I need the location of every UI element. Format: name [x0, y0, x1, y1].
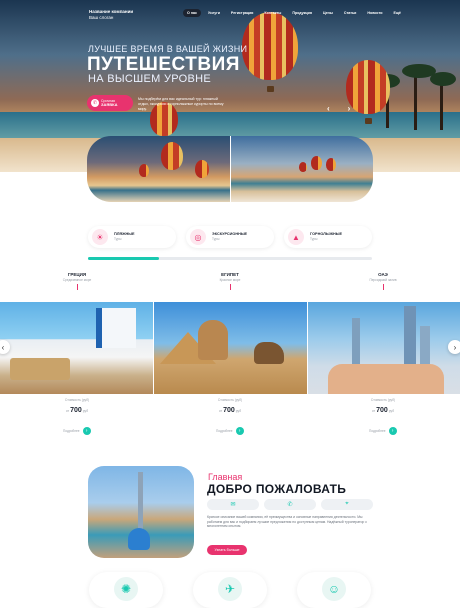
- category-excursion[interactable]: ◎ ЭКСКУРСИОННЫЕ Туры: [186, 226, 274, 248]
- destination-price: Стоимость (руб) от 700 руб: [370, 398, 396, 414]
- globe-icon: ✺: [114, 577, 138, 601]
- nav-item-products[interactable]: Продукция: [288, 9, 316, 17]
- hot-air-balloon: [242, 12, 298, 80]
- category-subtitle: Туры: [212, 237, 220, 241]
- main-nav: О нас Услуги Регистрация Контакты Продук…: [183, 9, 405, 17]
- chevron-right-icon[interactable]: ›: [348, 104, 351, 113]
- palm-tree: [414, 70, 417, 130]
- hero-subtitle: НА ВЫСШЕМ УРОВНЕ: [88, 73, 212, 85]
- destination-price: Стоимость (руб) от 700 руб: [217, 398, 243, 414]
- more-button[interactable]: Подробнее ›: [63, 427, 103, 435]
- nav-item-more[interactable]: Ещё: [389, 9, 404, 17]
- destination-photo-greece[interactable]: [0, 302, 153, 394]
- price-value: 700: [70, 407, 82, 414]
- arrow-right-icon: ›: [388, 427, 397, 435]
- chevron-left-icon[interactable]: ‹: [327, 104, 330, 113]
- destination-name: ОАЭ: [378, 272, 388, 277]
- category-subtitle: Туры: [114, 237, 122, 241]
- palm-leaves: [430, 72, 456, 86]
- gallery-image-balloons[interactable]: [87, 136, 230, 202]
- price-value: 700: [376, 407, 388, 414]
- destination-subtitle: Красное море: [219, 278, 241, 282]
- arrow-right-icon: ›: [82, 427, 91, 435]
- category-ski[interactable]: ▲ ГОРНОЛЫЖНЫЕ Туры: [284, 226, 372, 248]
- destination-subtitle: Средиземное море: [62, 278, 92, 282]
- hot-air-balloon: [298, 162, 307, 172]
- hot-air-balloon: [310, 156, 322, 170]
- destination-heading: ОАЭ Персидский залив: [306, 272, 460, 290]
- destination-name: ГРЕЦИЯ: [67, 272, 87, 277]
- more-button[interactable]: Подробнее ›: [369, 427, 409, 435]
- destination-photo-uae[interactable]: [308, 302, 460, 394]
- hero-text: Мы подберём для вас идеальный тур: пляжн…: [138, 97, 224, 111]
- hot-air-balloon: [325, 158, 336, 171]
- nav-item-prices[interactable]: Цены: [319, 9, 337, 17]
- gallery-image-coast[interactable]: [229, 136, 373, 202]
- learn-more-button[interactable]: Узнать больше: [207, 545, 247, 555]
- nav-item-services[interactable]: Услуги: [204, 9, 224, 17]
- nav-item-registration[interactable]: Регистрация: [227, 9, 257, 17]
- chat-icon: ✆: [91, 99, 99, 107]
- camera-icon: ◎: [190, 229, 206, 245]
- destination-heading: ЕГИПЕТ Красное море: [153, 272, 307, 290]
- category-subtitle: Туры: [310, 237, 318, 241]
- balloon-basket: [267, 86, 274, 92]
- hot-air-balloon: [346, 60, 390, 114]
- phone-icon[interactable]: ✆: [264, 499, 316, 510]
- request-button[interactable]: ✆ Срочная ЗАЯВКА: [87, 95, 133, 111]
- hot-air-balloon: [161, 142, 183, 170]
- hero-slider-controls: ‹ ›: [327, 104, 350, 113]
- price-value: 700: [223, 407, 235, 414]
- hot-air-balloon: [195, 160, 209, 178]
- feature-card[interactable]: ✈: [193, 572, 267, 608]
- nav-item-news[interactable]: Новости: [363, 9, 386, 17]
- tour-categories: ☀ ПЛЯЖНЫЕ Туры ◎ ЭКСКУРСИОННЫЕ Туры ▲ ГОРН…: [88, 226, 372, 249]
- support-icon: ☺: [322, 577, 346, 601]
- hero-gallery: [87, 136, 373, 202]
- logo[interactable]: Название компании Ваш слоган: [89, 9, 133, 21]
- destination-name: ЕГИПЕТ: [221, 272, 239, 277]
- welcome-title: ДОБРО ПОЖАЛОВАТЬ: [207, 482, 347, 496]
- nav-item-articles[interactable]: Статьи: [340, 9, 361, 17]
- destination-photo-egypt[interactable]: [154, 302, 307, 394]
- nav-item-contacts[interactable]: Контакты: [260, 9, 285, 17]
- feature-card[interactable]: ☺: [297, 572, 371, 608]
- location-icon[interactable]: ⌖: [321, 499, 373, 510]
- logo-title: Название компании: [89, 9, 134, 14]
- contact-buttons: ✉ ✆ ⌖: [207, 499, 373, 510]
- more-button[interactable]: Подробнее ›: [216, 427, 256, 435]
- arrow-right-icon: ›: [235, 427, 244, 435]
- welcome-text: Краткое описание вашей компании, её преи…: [207, 515, 367, 529]
- hero-kicker: ЛУЧШЕЕ ВРЕМЯ В ВАШЕЙ ЖИЗНИ: [88, 44, 248, 54]
- welcome-photo: [88, 466, 194, 558]
- carousel-progress[interactable]: [88, 257, 372, 260]
- logo-slogan: Ваш слоган: [89, 15, 114, 20]
- feature-card[interactable]: ✺: [89, 572, 163, 608]
- balloon-basket: [365, 118, 372, 124]
- nav-item-about[interactable]: О нас: [183, 9, 201, 17]
- mountain-icon: ▲: [288, 229, 304, 245]
- carousel-progress-fill: [88, 257, 159, 260]
- palm-icon: ☀: [92, 229, 108, 245]
- passport-icon: ✈: [218, 577, 242, 601]
- destination-price: Стоимость (руб) от 700 руб: [64, 398, 90, 414]
- destination-heading: ГРЕЦИЯ Средиземное море: [0, 272, 154, 290]
- destination-subtitle: Персидский залив: [369, 278, 397, 282]
- hot-air-balloon: [139, 164, 149, 177]
- welcome-kicker: Главная: [208, 472, 243, 482]
- email-icon[interactable]: ✉: [207, 499, 259, 510]
- chevron-right-icon[interactable]: ›: [448, 340, 460, 354]
- request-button-label: ЗАЯВКА: [101, 102, 118, 107]
- category-beach[interactable]: ☀ ПЛЯЖНЫЕ Туры: [88, 226, 176, 248]
